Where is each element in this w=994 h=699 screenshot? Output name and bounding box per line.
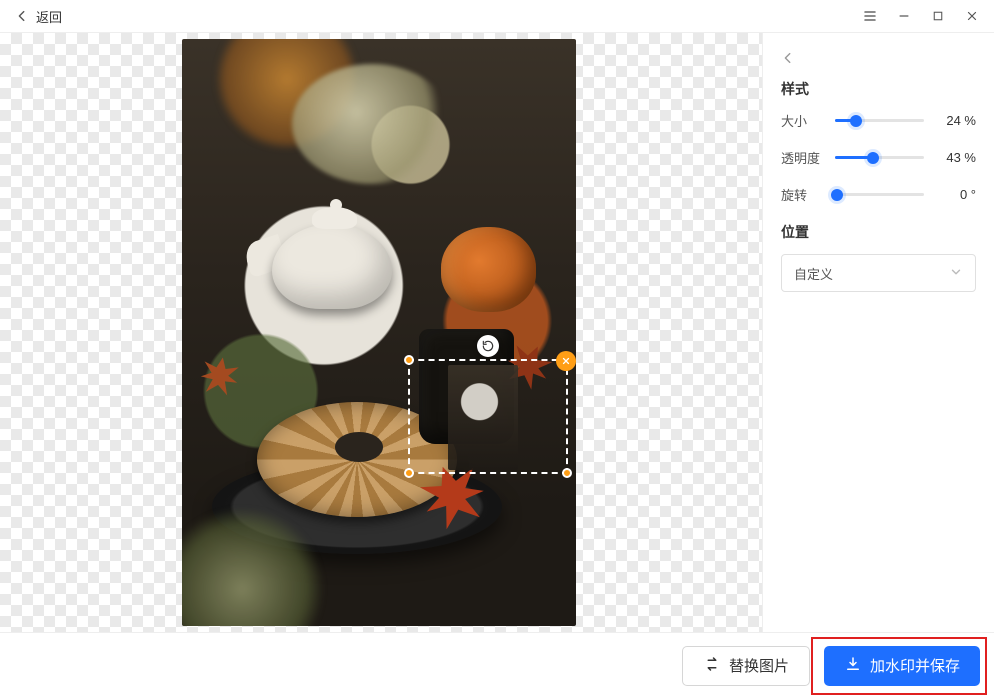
swap-icon bbox=[703, 655, 721, 677]
position-selected: 自定义 bbox=[794, 264, 833, 283]
arrow-left-icon bbox=[14, 8, 30, 24]
rotate-control: 旋转 0 ° bbox=[781, 185, 976, 204]
replace-image-button[interactable]: 替换图片 bbox=[682, 646, 810, 686]
replace-image-label: 替换图片 bbox=[729, 655, 789, 676]
resize-handle-tl[interactable] bbox=[404, 355, 414, 365]
opacity-slider[interactable] bbox=[835, 150, 924, 166]
size-control: 大小 24 % bbox=[781, 111, 976, 130]
maximize-button[interactable] bbox=[922, 2, 954, 30]
style-heading: 样式 bbox=[781, 79, 976, 99]
rotate-value: 0 ° bbox=[934, 187, 976, 202]
close-button[interactable] bbox=[956, 2, 988, 30]
main-image bbox=[182, 39, 576, 626]
opacity-label: 透明度 bbox=[781, 148, 825, 167]
window-controls bbox=[854, 2, 988, 30]
side-panel: 样式 大小 24 % 透明度 43 % 旋转 0 ° 位置 自定义 bbox=[762, 33, 994, 632]
canvas[interactable] bbox=[0, 33, 762, 632]
main-area: 样式 大小 24 % 透明度 43 % 旋转 0 ° 位置 自定义 bbox=[0, 32, 994, 632]
size-label: 大小 bbox=[781, 111, 825, 130]
opacity-control: 透明度 43 % bbox=[781, 148, 976, 167]
position-heading: 位置 bbox=[781, 222, 976, 242]
size-slider[interactable] bbox=[835, 113, 924, 129]
rotate-slider[interactable] bbox=[835, 187, 924, 203]
position-select[interactable]: 自定义 bbox=[781, 254, 976, 292]
menu-button[interactable] bbox=[854, 2, 886, 30]
save-button[interactable]: 加水印并保存 bbox=[824, 646, 980, 686]
save-label: 加水印并保存 bbox=[870, 655, 960, 676]
bottom-bar: 替换图片 加水印并保存 bbox=[0, 632, 994, 698]
watermark-thumbnail bbox=[448, 365, 518, 470]
watermark-selection[interactable] bbox=[408, 359, 568, 474]
download-icon bbox=[844, 655, 862, 677]
back-label: 返回 bbox=[36, 7, 62, 26]
rotate-label: 旋转 bbox=[781, 185, 825, 204]
back-button[interactable]: 返回 bbox=[6, 7, 62, 26]
size-value: 24 % bbox=[934, 113, 976, 128]
minimize-button[interactable] bbox=[888, 2, 920, 30]
resize-handle-br[interactable] bbox=[562, 468, 572, 478]
resize-handle-bl[interactable] bbox=[404, 468, 414, 478]
panel-back-button[interactable] bbox=[781, 51, 799, 69]
titlebar: 返回 bbox=[0, 0, 994, 32]
opacity-value: 43 % bbox=[934, 150, 976, 165]
watermark-close-button[interactable] bbox=[556, 351, 576, 371]
chevron-down-icon bbox=[949, 265, 963, 282]
rotate-handle[interactable] bbox=[477, 335, 499, 357]
